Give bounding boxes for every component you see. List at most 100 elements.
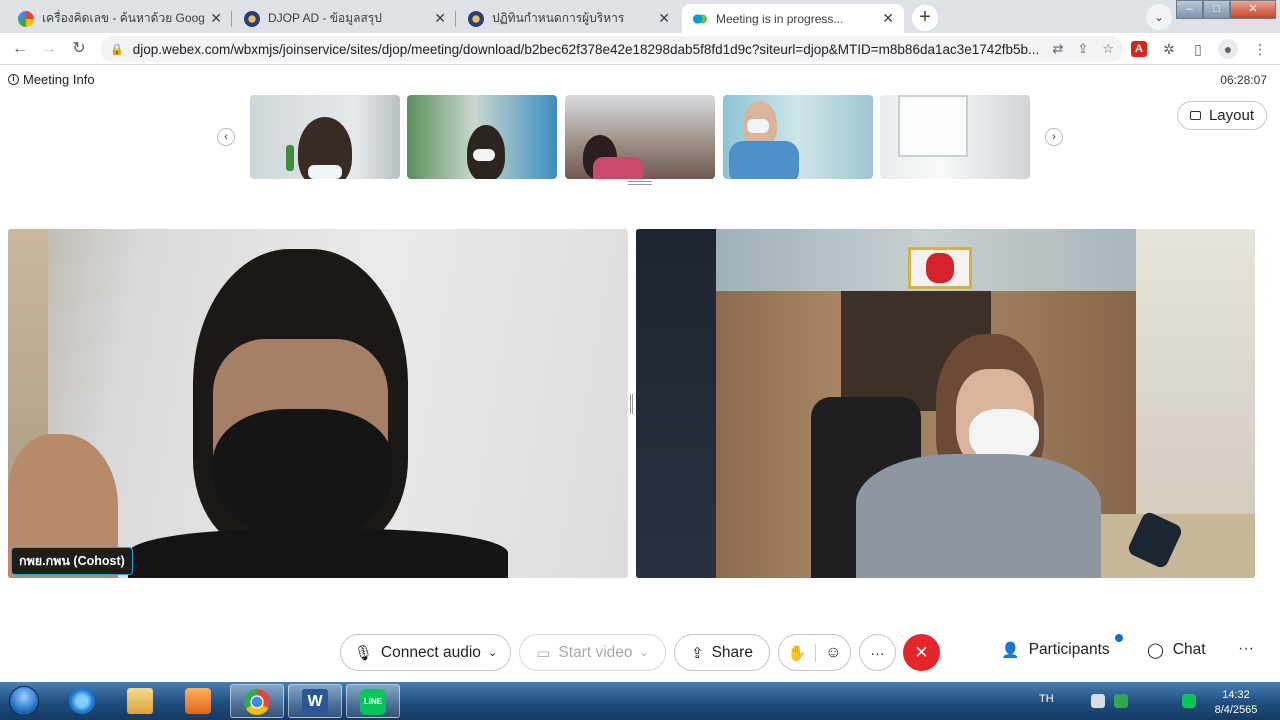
- participant-thumbnail[interactable]: [407, 95, 557, 179]
- chat-bubble-icon: ◯: [1147, 642, 1164, 659]
- google-icon: [18, 10, 34, 27]
- volume-muted-icon[interactable]: [1091, 694, 1105, 708]
- windows-taskbar: W LINE: [0, 682, 1280, 720]
- close-icon[interactable]: ✕: [658, 10, 670, 27]
- participant-thumbnail[interactable]: [880, 95, 1030, 179]
- extensions-puzzle-icon[interactable]: ✲: [1159, 39, 1179, 59]
- taskbar-file-explorer[interactable]: [114, 684, 168, 718]
- language-indicator[interactable]: TH: [1039, 693, 1054, 705]
- video-tile-speaker[interactable]: [636, 229, 1255, 578]
- taskbar-word[interactable]: W: [288, 684, 342, 718]
- bookmark-star-icon[interactable]: ☆: [1102, 41, 1114, 57]
- thumbnails-prev-button[interactable]: ‹: [217, 128, 235, 146]
- participants-button[interactable]: 👤 Participants: [1001, 641, 1110, 659]
- clock-date: 8/4/2565: [1214, 704, 1258, 716]
- participant-thumbnail[interactable]: [565, 95, 715, 179]
- address-bar[interactable]: 🔒 djop.webex.com/wbxmjs/joinservice/site…: [100, 36, 1124, 62]
- browser-tab-djop-ad[interactable]: DJOP AD - ข้อมูลสรุป ✕: [234, 4, 456, 33]
- side-panel-icon[interactable]: ▯: [1188, 39, 1208, 59]
- close-icon[interactable]: ✕: [210, 10, 222, 27]
- audio-connect-icon: 🎙: [353, 644, 373, 662]
- acrobat-extension-icon[interactable]: A: [1131, 41, 1147, 57]
- info-icon: i: [8, 74, 19, 85]
- close-icon: ✕: [914, 643, 929, 662]
- participant-name-tag: กพย.กพน (Cohost): [11, 547, 133, 575]
- taskbar-media-player[interactable]: [172, 684, 226, 718]
- reactions-button-group: ✋ ☺: [778, 634, 851, 671]
- tab-title: เครื่องคิดเลข - ค้นหาด้วย Google: [42, 11, 205, 25]
- webex-icon: [692, 10, 708, 27]
- participants-icon: 👤: [1001, 642, 1020, 659]
- browser-tab-calendar[interactable]: ปฏิทินกำหนดการผู้บริหาร ✕: [458, 4, 680, 33]
- window-close-button[interactable]: ✕: [1230, 0, 1276, 19]
- chevron-down-icon[interactable]: ⌄: [488, 646, 497, 659]
- chat-label: Chat: [1172, 641, 1206, 658]
- close-icon[interactable]: ✕: [434, 10, 446, 27]
- media-player-icon: [185, 688, 211, 714]
- close-icon[interactable]: ✕: [882, 10, 894, 27]
- folder-icon: [127, 688, 153, 714]
- participant-thumbnail[interactable]: [250, 95, 400, 179]
- url-text[interactable]: djop.webex.com/wbxmjs/joinservice/sites/…: [133, 42, 1039, 57]
- clock-time: 14:32: [1222, 689, 1250, 701]
- start-button[interactable]: [4, 682, 44, 720]
- profile-avatar-icon[interactable]: ●: [1218, 39, 1238, 59]
- taskbar-internet-explorer[interactable]: [56, 684, 110, 718]
- browser-menu-icon[interactable]: ⋮: [1250, 39, 1270, 59]
- taskbar-line[interactable]: LINE: [346, 684, 400, 718]
- line-tray-icon[interactable]: [1182, 694, 1196, 708]
- end-call-button[interactable]: ✕: [903, 634, 940, 671]
- start-video-button[interactable]: ▭ Start video ⌄: [519, 634, 666, 671]
- forward-icon[interactable]: →: [38, 38, 60, 60]
- chat-button[interactable]: ◯ Chat: [1147, 641, 1206, 659]
- chrome-icon: [244, 689, 270, 715]
- network-icon[interactable]: [1114, 694, 1128, 708]
- layout-button[interactable]: Layout: [1177, 101, 1267, 130]
- meeting-info-button[interactable]: i Meeting Info: [8, 72, 95, 87]
- reload-icon[interactable]: ↻: [68, 38, 90, 60]
- minimize-button[interactable]: –: [1176, 0, 1203, 19]
- share-button[interactable]: ⇪ Share: [674, 634, 770, 671]
- taskbar-chrome[interactable]: [230, 684, 284, 718]
- raise-hand-icon[interactable]: ✋: [787, 644, 806, 662]
- lock-icon: 🔒: [110, 43, 124, 56]
- tile-resize-handle[interactable]: [630, 394, 633, 414]
- thumbnails-next-button[interactable]: ›: [1045, 128, 1063, 146]
- start-video-label: Start video: [558, 643, 633, 661]
- share-screen-icon: ⇪: [691, 644, 704, 662]
- translate-icon[interactable]: ⇄: [1053, 41, 1064, 57]
- participants-label: Participants: [1028, 641, 1110, 658]
- video-tile-cohost[interactable]: กพย.กพน (Cohost): [8, 229, 628, 578]
- more-horizontal-icon: ···: [870, 644, 885, 661]
- taskbar-clock[interactable]: 14:32 8/4/2565: [1208, 688, 1264, 718]
- more-options-button[interactable]: ···: [859, 634, 896, 671]
- tab-title: ปฏิทินกำหนดการผู้บริหาร: [492, 11, 625, 25]
- meeting-info-label: Meeting Info: [23, 72, 95, 87]
- chevron-down-icon[interactable]: ⌄: [640, 646, 649, 659]
- windows-logo-icon: [9, 686, 39, 716]
- new-tab-button[interactable]: +: [912, 5, 938, 31]
- layout-icon: [1189, 111, 1201, 120]
- participant-thumbnail[interactable]: [723, 95, 873, 179]
- chevron-down-icon[interactable]: ⌄: [1146, 4, 1172, 30]
- meeting-timer: 06:28:07: [1220, 73, 1267, 87]
- connect-audio-label: Connect audio: [380, 643, 481, 661]
- browser-tab-strip: เครื่องคิดเลข - ค้นหาด้วย Google ✕ DJOP …: [0, 0, 1280, 33]
- back-icon[interactable]: ←: [9, 38, 31, 60]
- window-controls: – □ ✕: [1176, 0, 1276, 19]
- share-page-icon[interactable]: ⇪: [1077, 41, 1088, 57]
- emoji-reaction-icon[interactable]: ☺: [825, 644, 841, 662]
- browser-tab-google[interactable]: เครื่องคิดเลข - ค้นหาด้วย Google ✕: [8, 4, 232, 33]
- word-icon: W: [302, 689, 328, 715]
- resize-handle[interactable]: [628, 181, 652, 185]
- maximize-button[interactable]: □: [1203, 0, 1230, 19]
- share-label: Share: [711, 643, 753, 661]
- tab-title: DJOP AD - ข้อมูลสรุป: [268, 11, 382, 25]
- djop-seal-icon: [468, 10, 484, 27]
- line-app-icon: LINE: [360, 689, 386, 715]
- browser-tab-webex[interactable]: Meeting is in progress... ✕: [682, 4, 904, 33]
- connect-audio-button[interactable]: 🎙 Connect audio ⌄: [340, 634, 511, 671]
- tab-title: Meeting is in progress...: [716, 11, 844, 26]
- more-horizontal-icon[interactable]: ···: [1238, 640, 1254, 658]
- layout-label: Layout: [1208, 107, 1255, 124]
